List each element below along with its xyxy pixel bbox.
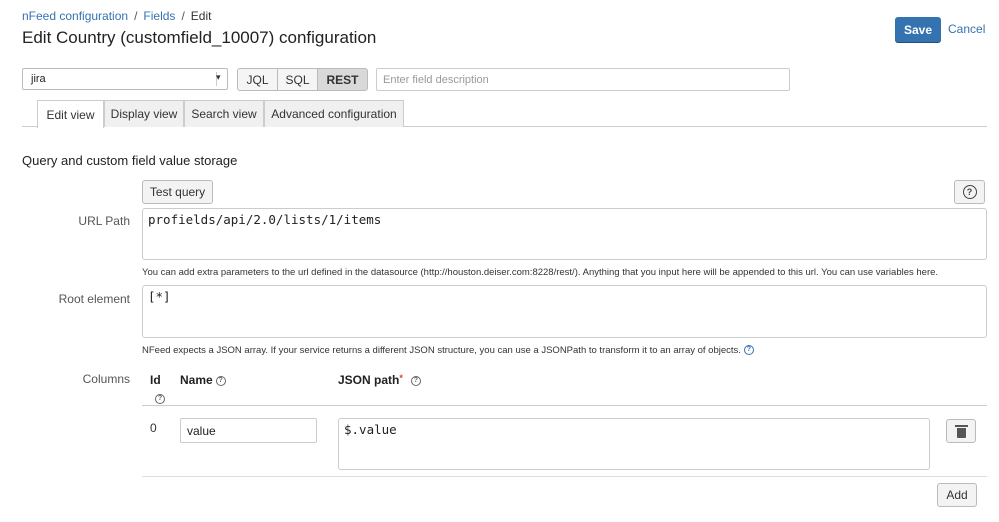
column-json-path-editor[interactable]: $.value [338, 418, 930, 470]
tab-edit-view[interactable]: Edit view [37, 100, 104, 128]
save-button[interactable]: Save [895, 17, 941, 42]
columns-label: Columns [82, 372, 130, 386]
breadcrumb-separator: / [134, 9, 138, 23]
datasource-select[interactable]: jira [22, 68, 228, 90]
breadcrumb-current: Edit [190, 9, 212, 23]
url-path-editor[interactable]: profields/api/2.0/lists/1/items [142, 208, 987, 260]
question-circle-icon[interactable]: ? [743, 345, 754, 356]
field-description-input[interactable] [376, 68, 790, 91]
add-column-button[interactable]: Add [937, 483, 977, 507]
cancel-link[interactable]: Cancel [948, 22, 985, 36]
tab-advanced-configuration[interactable]: Advanced configuration [264, 100, 404, 127]
root-element-hint: NFeed expects a JSON array. If your serv… [142, 345, 741, 356]
tab-search-view[interactable]: Search view [184, 100, 264, 127]
required-marker: * [399, 373, 403, 383]
question-circle-icon[interactable]: ? [155, 393, 165, 404]
tab-display-view[interactable]: Display view [104, 100, 184, 127]
page-title: Edit Country (customfield_10007) configu… [22, 28, 377, 47]
trash-icon [954, 424, 968, 438]
query-type-sql[interactable]: SQL [277, 68, 318, 91]
column-header-id: Id [150, 373, 161, 387]
column-header-name-wrap: Name? [180, 373, 226, 387]
question-circle-icon[interactable]: ? [215, 375, 226, 386]
breadcrumb-nfeed-configuration[interactable]: nFeed configuration [22, 9, 128, 23]
section-title: Query and custom field value storage [22, 153, 238, 168]
breadcrumb-separator: / [181, 9, 185, 23]
query-type-jql[interactable]: JQL [237, 68, 278, 91]
column-name-input[interactable] [180, 418, 317, 443]
root-element-hint-wrap: NFeed expects a JSON array. If your serv… [142, 345, 754, 356]
root-element-value: [*] [148, 289, 171, 304]
columns-header-divider [142, 405, 987, 406]
root-element-editor[interactable]: [*] [142, 285, 987, 338]
url-path-label: URL Path [78, 214, 130, 228]
column-header-name: Name [180, 373, 213, 387]
query-type-rest[interactable]: REST [317, 68, 368, 91]
test-query-button[interactable]: Test query [142, 180, 213, 204]
help-button[interactable]: ? [954, 180, 985, 204]
column-json-path-value: $.value [344, 422, 397, 437]
question-circle-icon[interactable]: ? [410, 375, 421, 386]
columns-footer-divider [142, 476, 987, 477]
question-circle-icon: ? [962, 185, 977, 199]
delete-column-button[interactable] [946, 419, 976, 443]
id-help-wrap: ? [152, 391, 165, 405]
datasource-selected-value: jira [31, 73, 46, 85]
column-header-json-path-wrap: JSON path*? [338, 373, 421, 387]
chevron-down-icon [216, 72, 223, 86]
breadcrumb-fields[interactable]: Fields [143, 9, 175, 23]
column-header-json-path: JSON path [338, 373, 400, 387]
root-element-label: Root element [58, 292, 130, 306]
url-path-value: profields/api/2.0/lists/1/items [148, 212, 382, 227]
breadcrumb: nFeed configuration / Fields / Edit [22, 9, 211, 23]
url-path-hint: You can add extra parameters to the url … [142, 267, 939, 278]
column-row-id: 0 [150, 421, 157, 435]
